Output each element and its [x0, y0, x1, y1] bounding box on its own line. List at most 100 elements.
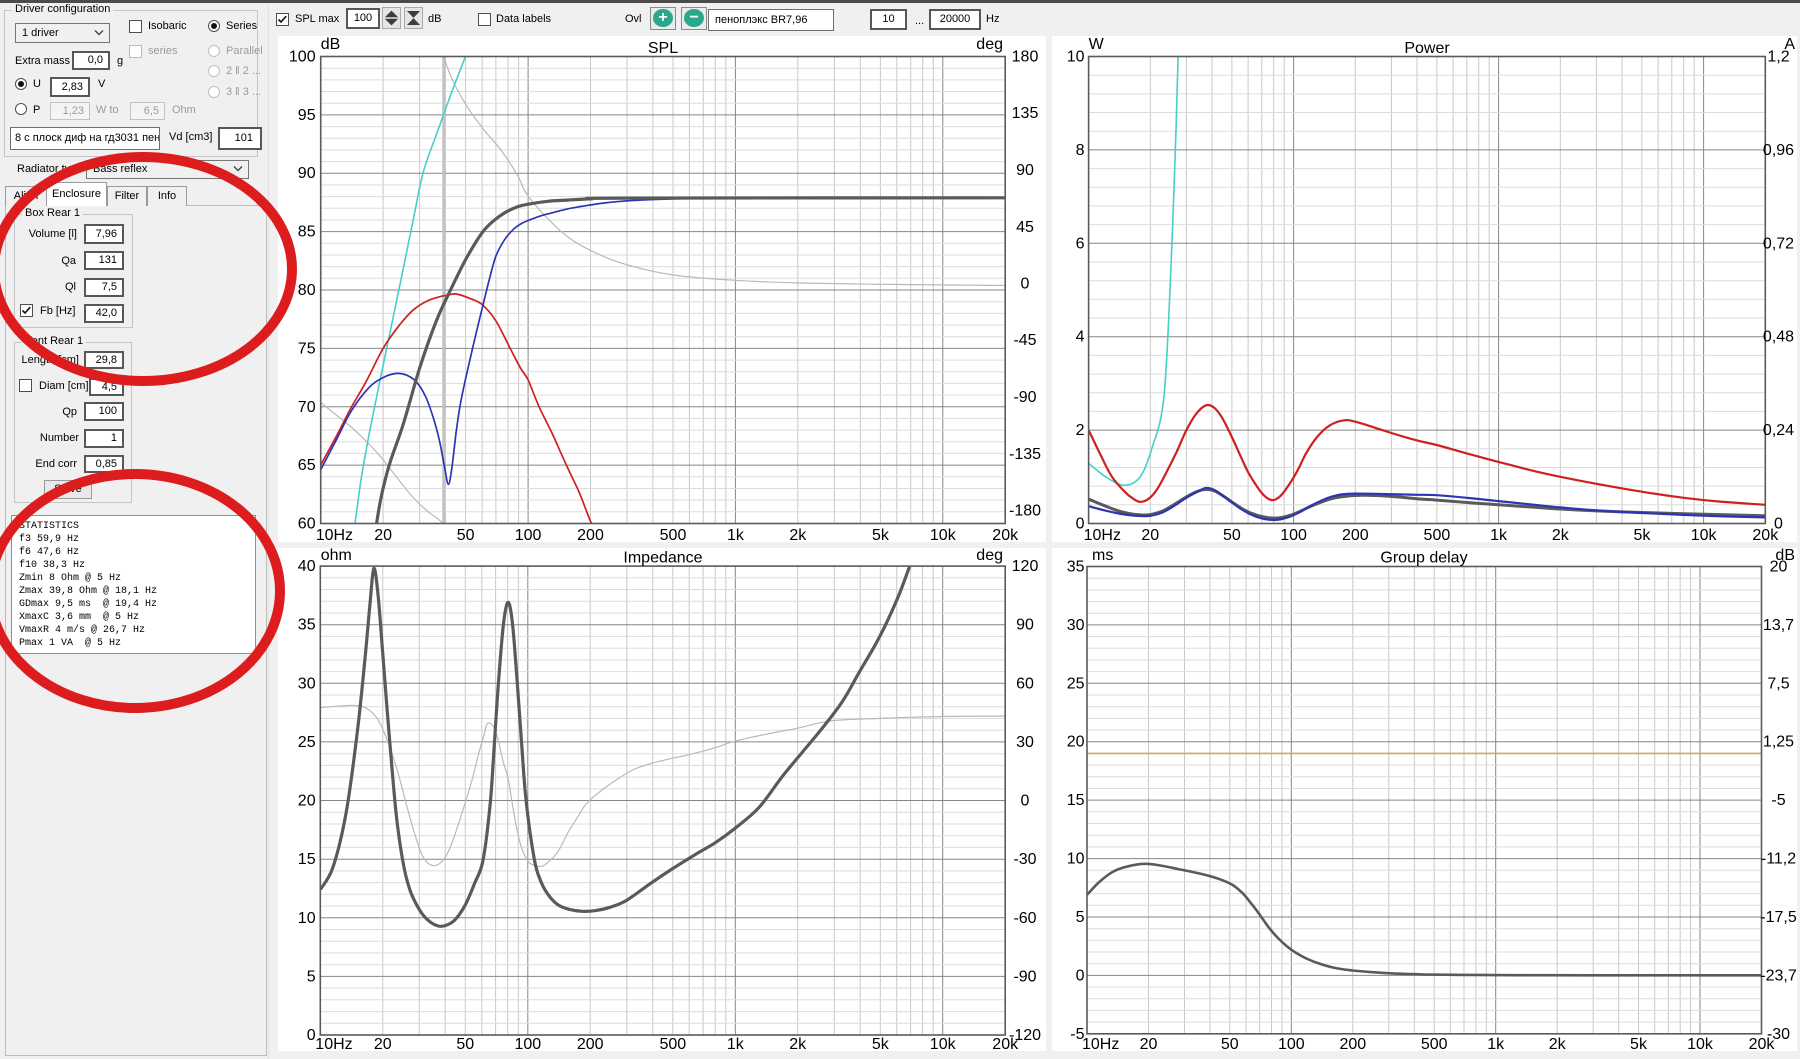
- svg-text:-90: -90: [1013, 968, 1036, 985]
- svg-text:80: 80: [298, 282, 316, 299]
- svg-text:0,48: 0,48: [1763, 329, 1794, 346]
- svg-text:W: W: [1089, 36, 1105, 53]
- svg-text:1k: 1k: [727, 1036, 745, 1053]
- svg-text:20: 20: [374, 1036, 392, 1053]
- svg-text:-11,2: -11,2: [1761, 851, 1796, 868]
- svg-text:10: 10: [1067, 851, 1085, 868]
- svg-text:-30: -30: [1767, 1026, 1790, 1043]
- svg-text:13,7: 13,7: [1763, 617, 1794, 634]
- svg-text:20: 20: [1141, 527, 1159, 544]
- svg-text:-5: -5: [1070, 1026, 1084, 1043]
- svg-text:10Hz: 10Hz: [316, 527, 353, 544]
- svg-text:ohm: ohm: [321, 547, 352, 564]
- svg-text:2k: 2k: [1552, 527, 1570, 544]
- svg-text:A: A: [1784, 36, 1795, 53]
- svg-text:-135: -135: [1009, 446, 1041, 463]
- svg-text:Power: Power: [1404, 40, 1450, 57]
- svg-text:120: 120: [1012, 558, 1039, 575]
- svg-text:1k: 1k: [727, 527, 745, 544]
- svg-text:50: 50: [456, 1036, 474, 1053]
- svg-text:0,72: 0,72: [1763, 235, 1794, 252]
- svg-text:10k: 10k: [930, 1036, 957, 1053]
- svg-text:35: 35: [298, 617, 316, 634]
- svg-text:0: 0: [1021, 793, 1030, 810]
- svg-text:10k: 10k: [1691, 527, 1718, 544]
- svg-text:7,5: 7,5: [1767, 675, 1789, 692]
- svg-text:SPL: SPL: [648, 40, 678, 57]
- svg-text:20: 20: [374, 527, 392, 544]
- svg-text:ms: ms: [1092, 547, 1113, 564]
- svg-text:40: 40: [298, 558, 316, 575]
- svg-text:100: 100: [1280, 527, 1307, 544]
- svg-text:100: 100: [515, 527, 542, 544]
- svg-text:25: 25: [1067, 675, 1085, 692]
- svg-text:Group delay: Group delay: [1380, 550, 1467, 567]
- svg-text:5k: 5k: [872, 527, 890, 544]
- svg-text:dB: dB: [321, 36, 341, 53]
- svg-text:200: 200: [577, 527, 604, 544]
- svg-text:65: 65: [298, 457, 316, 474]
- svg-text:200: 200: [1342, 527, 1369, 544]
- svg-text:10k: 10k: [930, 527, 957, 544]
- svg-text:45: 45: [1016, 219, 1034, 236]
- svg-text:135: 135: [1012, 105, 1039, 122]
- svg-text:Impedance: Impedance: [623, 550, 702, 567]
- svg-text:15: 15: [1067, 792, 1085, 809]
- svg-text:60: 60: [1016, 675, 1034, 692]
- svg-text:5: 5: [1076, 909, 1085, 926]
- svg-text:50: 50: [457, 527, 475, 544]
- svg-text:30: 30: [1016, 734, 1034, 751]
- svg-text:10Hz: 10Hz: [315, 1036, 352, 1053]
- svg-text:0,96: 0,96: [1763, 142, 1794, 159]
- svg-text:200: 200: [577, 1036, 604, 1053]
- svg-text:90: 90: [1016, 617, 1034, 634]
- svg-text:-45: -45: [1013, 332, 1036, 349]
- svg-text:5k: 5k: [1630, 1036, 1648, 1053]
- svg-text:6: 6: [1076, 235, 1085, 252]
- svg-text:35: 35: [1067, 559, 1085, 576]
- svg-text:180: 180: [1012, 49, 1039, 66]
- svg-text:dB: dB: [1775, 547, 1795, 564]
- svg-text:20: 20: [1067, 734, 1085, 751]
- svg-text:10Hz: 10Hz: [1082, 1036, 1119, 1053]
- svg-text:1k: 1k: [1490, 527, 1508, 544]
- svg-text:15: 15: [298, 851, 316, 868]
- svg-text:-30: -30: [1013, 851, 1036, 868]
- svg-text:90: 90: [1016, 162, 1034, 179]
- svg-text:30: 30: [1067, 617, 1085, 634]
- svg-text:20k: 20k: [992, 527, 1019, 544]
- svg-text:5k: 5k: [1633, 527, 1651, 544]
- svg-text:100: 100: [514, 1036, 541, 1053]
- svg-text:50: 50: [1221, 1036, 1239, 1053]
- svg-text:-23,7: -23,7: [1760, 967, 1797, 984]
- svg-text:20: 20: [1140, 1036, 1158, 1053]
- svg-text:-120: -120: [1009, 1027, 1041, 1044]
- svg-text:100: 100: [289, 49, 316, 66]
- svg-text:2k: 2k: [789, 1036, 807, 1053]
- svg-text:0: 0: [1021, 276, 1030, 293]
- svg-text:10: 10: [1067, 49, 1085, 66]
- svg-text:25: 25: [298, 734, 316, 751]
- svg-text:4: 4: [1076, 329, 1085, 346]
- svg-text:1k: 1k: [1487, 1036, 1505, 1053]
- svg-text:-60: -60: [1013, 910, 1036, 927]
- svg-text:1,25: 1,25: [1763, 734, 1794, 751]
- svg-text:2: 2: [1076, 422, 1085, 439]
- svg-text:90: 90: [298, 165, 316, 182]
- svg-text:0,24: 0,24: [1763, 422, 1794, 439]
- svg-text:0: 0: [307, 1027, 316, 1044]
- svg-text:0: 0: [1076, 516, 1085, 533]
- svg-text:0: 0: [1774, 516, 1783, 533]
- svg-text:10k: 10k: [1687, 1036, 1714, 1053]
- svg-text:20: 20: [298, 793, 316, 810]
- svg-text:5k: 5k: [872, 1036, 890, 1053]
- svg-text:0: 0: [1076, 967, 1085, 984]
- svg-text:200: 200: [1339, 1036, 1366, 1053]
- svg-text:60: 60: [298, 516, 316, 533]
- svg-text:10: 10: [298, 910, 316, 927]
- svg-text:500: 500: [660, 527, 687, 544]
- svg-text:75: 75: [298, 340, 316, 357]
- svg-text:10Hz: 10Hz: [1084, 527, 1121, 544]
- svg-text:85: 85: [298, 224, 316, 241]
- svg-text:500: 500: [1421, 1036, 1448, 1053]
